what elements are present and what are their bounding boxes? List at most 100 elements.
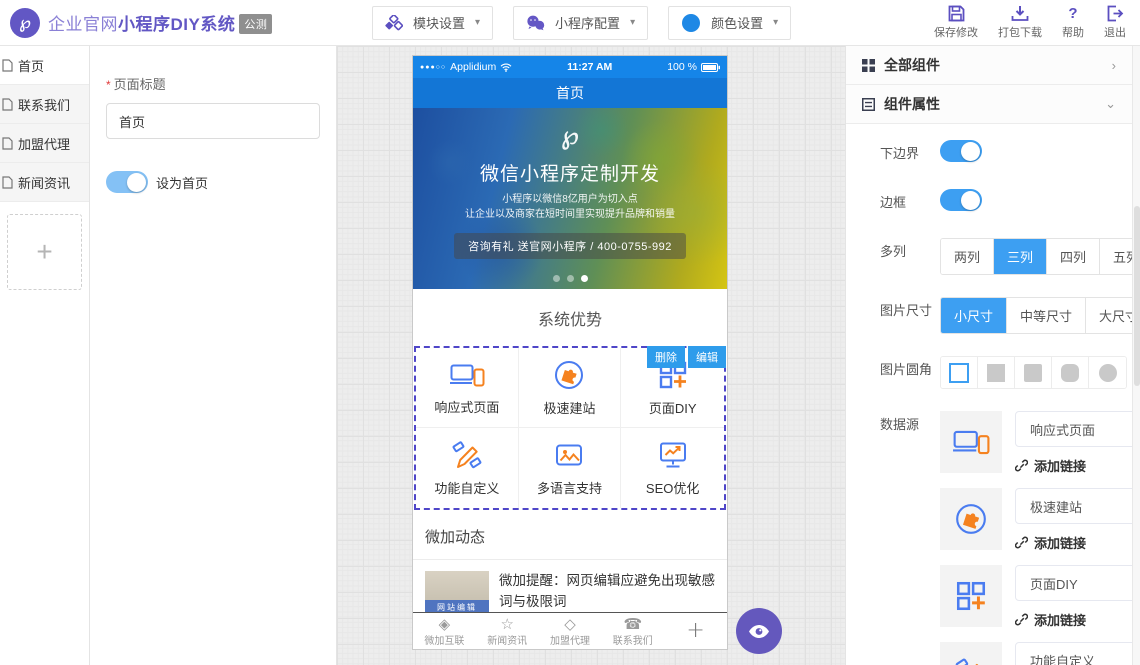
fast-build-icon: [940, 488, 1002, 550]
sidebar-item-label: 首页: [18, 56, 44, 75]
save-button[interactable]: 保存修改: [934, 5, 978, 40]
carousel-dot[interactable]: [553, 275, 560, 282]
props-body: 下边界 边框 多列 两列 三列 四列 五列 图片尺寸: [846, 124, 1132, 665]
grid-cell-language[interactable]: 多语言支持: [519, 428, 622, 508]
data-source-title-input[interactable]: [1015, 642, 1132, 665]
phone-icon: ☎: [623, 616, 642, 632]
required-mark: *: [106, 78, 111, 92]
add-link-button[interactable]: 添加链接: [1015, 610, 1132, 629]
columns-option-2[interactable]: 两列: [941, 239, 994, 274]
download-button[interactable]: 打包下载: [998, 5, 1042, 40]
prop-label: 数据源: [880, 411, 940, 433]
sidebar-item-agent[interactable]: 加盟代理: [0, 124, 89, 163]
delete-component-button[interactable]: 删除: [647, 346, 685, 368]
selection-badges: 删除 编辑: [647, 346, 726, 368]
set-home-toggle[interactable]: [106, 171, 148, 193]
exit-button[interactable]: 退出: [1104, 5, 1126, 40]
grid-cell-responsive[interactable]: 响应式页面: [416, 348, 519, 428]
page-title-label: *页面标题: [106, 74, 320, 93]
chevron-down-icon: ▾: [773, 17, 778, 28]
color-settings-menu[interactable]: 颜色设置 ▾: [668, 6, 791, 40]
tab-contact[interactable]: ☎ 联系我们: [601, 613, 664, 649]
add-link-label: 添加链接: [1034, 610, 1086, 629]
all-components-title: 全部组件: [884, 55, 940, 75]
preview-button[interactable]: [736, 608, 782, 654]
tab-label: 联系我们: [613, 632, 653, 647]
grid-cell-seo[interactable]: SEO优化: [621, 428, 724, 508]
data-source-row: 添加链接: [940, 488, 1132, 552]
component-props-header[interactable]: 组件属性 ⌄: [846, 85, 1132, 124]
module-settings-menu[interactable]: 模块设置 ▾: [372, 6, 493, 40]
advantage-section-title: 系统优势: [413, 289, 727, 346]
prop-label: 下边界: [880, 140, 940, 162]
data-source-row: 添加链接: [940, 411, 1132, 475]
star-icon: ☆: [500, 616, 513, 632]
tab-news[interactable]: ☆ 新闻资讯: [476, 613, 539, 649]
grid-cell-label: 响应式页面: [434, 397, 499, 416]
set-home-row: 设为首页: [106, 171, 320, 193]
tab-add[interactable]: +: [664, 613, 727, 649]
columns-option-4[interactable]: 四列: [1047, 239, 1100, 274]
radius-option-circle[interactable]: [1089, 357, 1126, 388]
selected-component-grid[interactable]: 删除 编辑 响应式页面 极速建站 页面DIY 功能自定义: [414, 346, 726, 510]
banner-title: 微信小程序定制开发: [413, 159, 727, 186]
carousel-dot[interactable]: [567, 275, 574, 282]
columns-option-3-selected[interactable]: 三列: [994, 239, 1047, 274]
image-size-medium[interactable]: 中等尺寸: [1007, 298, 1086, 333]
custom-function-icon: [940, 642, 1002, 665]
carousel-dot-active[interactable]: [581, 275, 588, 282]
data-source-title-input[interactable]: [1015, 411, 1132, 447]
data-source-row: 添加链接: [940, 642, 1132, 665]
props-list-icon: [862, 98, 875, 111]
page-title-input[interactable]: [106, 103, 320, 139]
prop-image-size: 图片尺寸 小尺寸 中等尺寸 大尺寸: [880, 297, 1132, 334]
tab-agent[interactable]: ◇ 加盟代理: [539, 613, 602, 649]
add-link-button[interactable]: 添加链接: [1015, 533, 1132, 552]
chevron-down-icon: ▾: [475, 17, 480, 28]
add-link-button[interactable]: 添加链接: [1015, 456, 1132, 475]
top-header: ℘ 企业官网小程序DIY系统公测 模块设置 ▾ 小程序配置 ▾ 颜色设置 ▾: [0, 0, 1140, 46]
image-size-small-selected[interactable]: 小尺寸: [941, 298, 1007, 333]
add-page-button[interactable]: +: [7, 214, 82, 290]
sidebar-item-contact[interactable]: 联系我们: [0, 85, 89, 124]
data-source-title-input[interactable]: [1015, 565, 1132, 601]
bottom-border-toggle[interactable]: [940, 140, 982, 162]
radius-option-rounded-sm[interactable]: [1015, 357, 1052, 388]
radius-option-rounded-lg[interactable]: [1052, 357, 1089, 388]
image-size-large[interactable]: 大尺寸: [1086, 298, 1132, 333]
radius-option-square[interactable]: [978, 357, 1015, 388]
banner-cta-button[interactable]: 咨询有礼 送官网小程序 / 400-0755-992: [454, 233, 686, 259]
radius-option-none-selected[interactable]: [941, 357, 978, 388]
inspector-scrollbar[interactable]: [1132, 46, 1140, 665]
data-source-title-input[interactable]: [1015, 488, 1132, 524]
prop-label: 多列: [880, 238, 940, 260]
sidebar-item-home[interactable]: 首页: [0, 46, 89, 85]
grid-cell-custom[interactable]: 功能自定义: [416, 428, 519, 508]
grid-cell-label: SEO优化: [646, 478, 699, 497]
tab-weijia[interactable]: ◈ 微加互联: [413, 613, 476, 649]
component-props-title: 组件属性: [884, 94, 940, 114]
inspector-panel: 全部组件 › 组件属性 ⌄ 下边界 边框 多列 两列 三列: [845, 46, 1132, 665]
banner-slide[interactable]: ℘ 微信小程序定制开发 小程序以微信8亿用户为切入点让企业以及商家在短时间里实现…: [413, 108, 727, 289]
color-settings-label: 颜色设置: [711, 13, 763, 32]
miniprogram-config-label: 小程序配置: [555, 13, 620, 32]
wechat-icon: [526, 15, 545, 31]
all-components-header[interactable]: 全部组件 ›: [846, 46, 1132, 85]
border-toggle[interactable]: [940, 189, 982, 211]
brand: ℘ 企业官网小程序DIY系统公测: [0, 8, 372, 38]
toggle-knob: [961, 191, 980, 210]
columns-option-5[interactable]: 五列: [1100, 239, 1132, 274]
chevron-right-icon: ›: [1112, 58, 1116, 73]
scrollbar-thumb[interactable]: [1134, 206, 1140, 386]
prop-data-source: 数据源 添加链接: [880, 411, 1132, 665]
edit-component-button[interactable]: 编辑: [688, 346, 726, 368]
grid-cell-speed[interactable]: 极速建站: [519, 348, 622, 428]
sidebar-item-news[interactable]: 新闻资讯: [0, 163, 89, 202]
download-label: 打包下载: [998, 24, 1042, 40]
page-icon: [2, 98, 13, 111]
modules-icon: [385, 15, 403, 31]
sidebar-item-label: 加盟代理: [18, 134, 70, 153]
miniprogram-config-menu[interactable]: 小程序配置 ▾: [513, 6, 648, 40]
add-link-label: 添加链接: [1034, 456, 1086, 475]
help-button[interactable]: ? 帮助: [1062, 5, 1084, 40]
